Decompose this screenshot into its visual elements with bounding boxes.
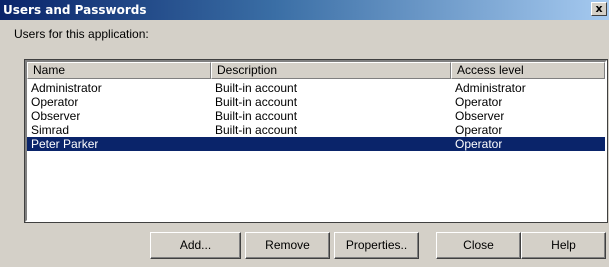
window-title: Users and Passwords: [3, 3, 147, 17]
help-button[interactable]: Help: [521, 232, 606, 259]
user-name: Simrad: [31, 123, 70, 137]
user-name: Operator: [31, 95, 79, 109]
add-button[interactable]: Add...: [150, 232, 241, 259]
users-list[interactable]: Name Description Access level Administra…: [24, 59, 608, 223]
user-access-level: Administrator: [455, 81, 526, 95]
users-label: Users for this application:: [14, 27, 149, 41]
user-name: Observer: [31, 109, 81, 123]
remove-button[interactable]: Remove: [245, 232, 330, 259]
user-access-level: Operator: [455, 137, 503, 151]
close-window-button[interactable]: x: [591, 2, 607, 16]
list-header: Name Description Access level: [27, 62, 605, 79]
user-description: Built-in account: [215, 123, 298, 137]
close-button[interactable]: Close: [436, 232, 521, 259]
column-header-description[interactable]: Description: [211, 62, 451, 79]
user-access-level: Observer: [455, 109, 505, 123]
user-name: Peter Parker: [31, 137, 99, 151]
close-icon: x: [595, 2, 603, 15]
column-header-name[interactable]: Name: [27, 62, 211, 79]
table-row[interactable]: Observer Built-in account Observer: [27, 109, 605, 123]
table-row[interactable]: Administrator Built-in account Administr…: [27, 81, 605, 95]
table-row[interactable]: Operator Built-in account Operator: [27, 95, 605, 109]
column-header-access-level[interactable]: Access level: [451, 62, 605, 79]
user-name: Administrator: [31, 81, 102, 95]
user-description: Built-in account: [215, 109, 298, 123]
table-row-selected[interactable]: Peter Parker Operator: [27, 137, 605, 151]
title-bar[interactable]: Users and Passwords x: [0, 0, 609, 20]
user-description: Built-in account: [215, 81, 298, 95]
user-access-level: Operator: [455, 95, 503, 109]
table-row[interactable]: Simrad Built-in account Operator: [27, 123, 605, 137]
properties-button[interactable]: Properties..: [334, 232, 419, 259]
user-access-level: Operator: [455, 123, 503, 137]
user-description: Built-in account: [215, 95, 298, 109]
